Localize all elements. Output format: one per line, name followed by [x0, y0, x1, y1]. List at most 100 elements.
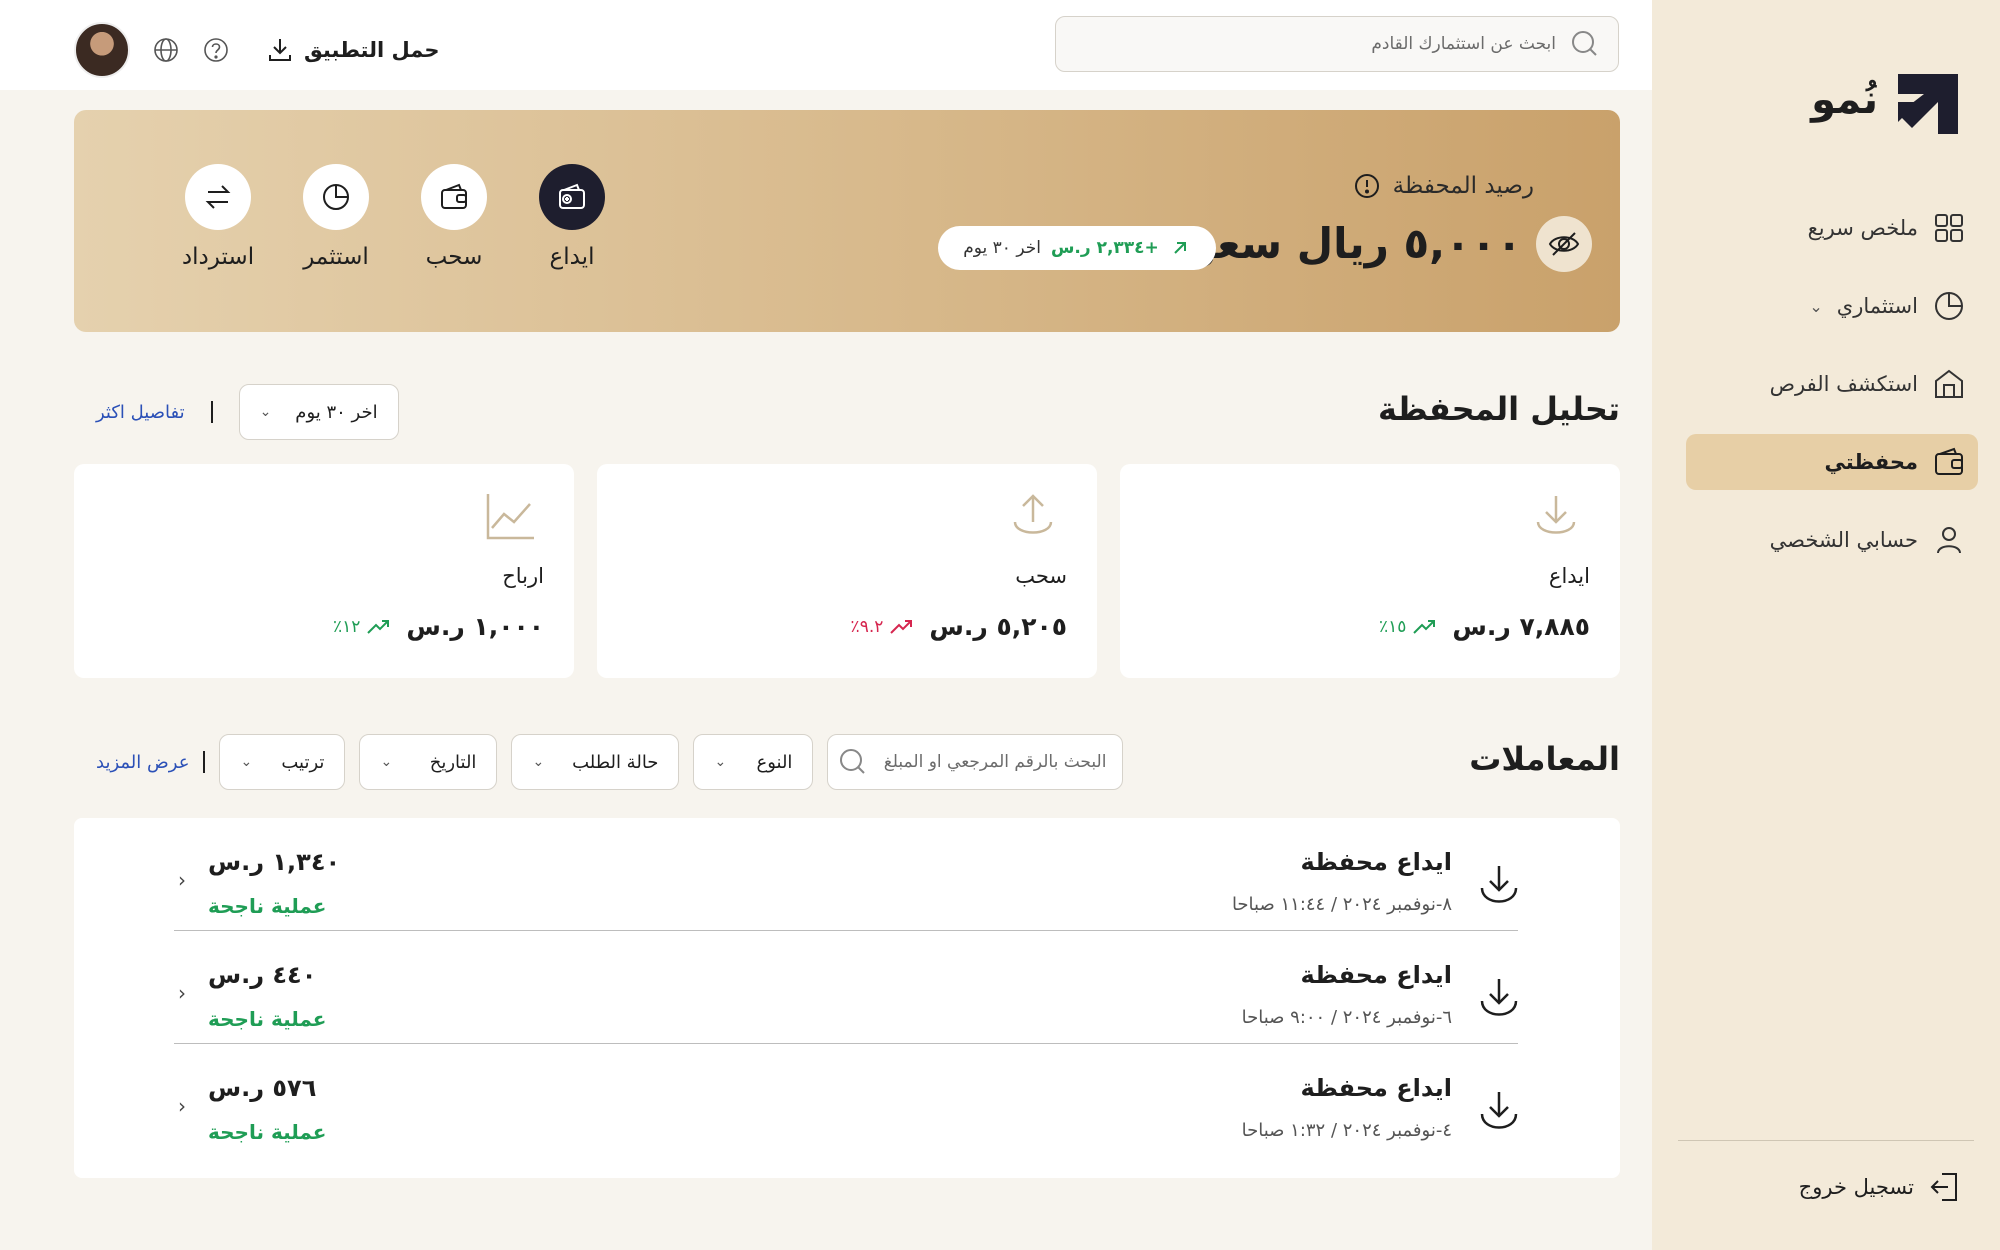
chevron-left-icon[interactable]: ‹ — [178, 981, 186, 1005]
search-input[interactable] — [1076, 34, 1556, 54]
transaction-status: عملية ناجحة — [208, 894, 327, 918]
status-filter-label: حالة الطلب — [572, 751, 659, 773]
deposit-stat-amount: ٧,٨٨٥ ر.س — [1452, 612, 1590, 641]
sidebar-item-profile[interactable]: حسابي الشخصي — [1686, 512, 1978, 568]
arrow-up-right-icon — [1174, 242, 1186, 254]
logo[interactable]: نُمو — [1811, 62, 1970, 138]
sort-select-label: ترتيب — [281, 751, 325, 773]
grid-icon — [1935, 214, 1963, 242]
transaction-status: عملية ناجحة — [208, 1007, 327, 1031]
deposit-stat-row: ٧,٨٨٥ ر.س ١٥٪ — [1379, 612, 1590, 641]
avatar[interactable] — [74, 22, 130, 78]
search-icon — [1572, 31, 1597, 56]
table-row[interactable]: ايداع محفظة ٦-نوفمبر ٢٠٢٤ / ٩:٠٠ صباحا ٤… — [174, 931, 1518, 1044]
transaction-search-input[interactable] — [876, 752, 1107, 772]
withdraw-stat-card: سحب ٥,٢٠٥ ر.س ٩.٢٪ — [597, 464, 1097, 678]
search-icon — [840, 749, 866, 774]
logo-mark-icon — [1898, 74, 1958, 134]
wallet-icon — [1935, 447, 1963, 475]
logout-icon — [1930, 1173, 1957, 1201]
transaction-amount: ١,٣٤٠ ر.س — [208, 848, 341, 876]
chevron-left-icon[interactable]: ‹ — [178, 868, 186, 892]
deposit-stat-pct: ١٥٪ — [1378, 616, 1407, 637]
withdraw-stat-change: ٩.٢٪ — [851, 617, 916, 637]
type-filter-select[interactable]: ⌄ النوع — [693, 734, 814, 790]
table-row[interactable]: ايداع محفظة ٨-نوفمبر ٢٠٢٤ / ١١:٤٤ صباحا … — [174, 818, 1518, 931]
date-filter-select[interactable]: ⌄ التاريخ — [359, 734, 498, 790]
globe-icon[interactable] — [152, 36, 180, 64]
chevron-down-icon: ⌄ — [714, 754, 727, 770]
transaction-title: ايداع محفظة — [1300, 1074, 1452, 1102]
download-icon — [1480, 866, 1518, 903]
wallet-balance-title: رصيد المحفظة — [1392, 173, 1534, 199]
type-filter-label: النوع — [756, 751, 793, 773]
download-icon — [1480, 979, 1518, 1016]
withdraw-button[interactable]: سحب — [420, 164, 488, 270]
sidebar-item-quick-summary[interactable]: ملخص سريع — [1686, 200, 1978, 256]
status-filter-select[interactable]: ⌄ حالة الطلب — [511, 734, 680, 790]
analysis-title: تحليل المحفظة — [1377, 390, 1620, 428]
chevron-left-icon[interactable]: ‹ — [178, 1094, 186, 1118]
details-link[interactable]: تفاصيل اكثر — [96, 402, 185, 423]
search-box — [1055, 16, 1619, 72]
trend-up-icon — [890, 619, 913, 634]
logout-label: تسجيل خروج — [1798, 1175, 1914, 1199]
building-icon — [1935, 369, 1963, 398]
info-icon[interactable] — [1353, 172, 1381, 200]
deposit-stat-card: ايداع ٧,٨٨٥ ر.س ١٥٪ — [1120, 464, 1620, 678]
invest-circle — [303, 164, 369, 230]
deposit-button[interactable]: ايداع — [538, 164, 606, 270]
download-app-button[interactable]: حمل التطبيق — [266, 36, 439, 64]
transaction-date: ٦-نوفمبر ٢٠٢٤ / ٩:٠٠ صباحا — [1241, 1007, 1452, 1028]
balance-change-pill: +٢,٣٣٤ ر.س اخر ٣٠ يوم — [938, 226, 1216, 270]
app: نُمو ملخص سريع استثماري ⌄ استكشف الفرص م… — [0, 0, 2000, 1250]
trend-up-icon — [1413, 619, 1436, 634]
download-icon — [1536, 496, 1576, 534]
sidebar-item-label: ملخص سريع — [1807, 216, 1918, 240]
logout-button[interactable]: تسجيل خروج — [1799, 1170, 1962, 1204]
pie-chart-icon — [1935, 292, 1963, 320]
period-select[interactable]: ⌄ اخر ٣٠ يوم — [238, 384, 399, 440]
sidebar-item-explore[interactable]: استكشف الفرص — [1686, 356, 1978, 412]
refund-circle — [185, 164, 251, 230]
transactions-controls: عرض المزيد ⌄ ترتيب ⌄ التاريخ ⌄ حالة الطل… — [96, 734, 1124, 790]
profit-stat-change: ١٢٪ — [333, 617, 392, 637]
deposit-stat-label: ايداع — [1548, 564, 1590, 588]
upload-icon — [1013, 494, 1053, 534]
table-row[interactable]: ايداع محفظة ٤-نوفمبر ٢٠٢٤ / ١:٣٢ صباحا ٥… — [174, 1044, 1518, 1157]
transactions-list: ايداع محفظة ٨-نوفمبر ٢٠٢٤ / ١١:٤٤ صباحا … — [74, 818, 1620, 1178]
eye-off-icon — [1548, 232, 1580, 256]
refund-label: استرداد — [181, 244, 255, 270]
invest-label: استثمر — [303, 244, 369, 270]
withdraw-circle — [421, 164, 487, 230]
withdraw-label: سحب — [425, 244, 483, 270]
withdraw-stat-row: ٥,٢٠٥ ر.س ٩.٢٪ — [851, 612, 1067, 641]
deposit-label: ايداع — [549, 244, 595, 270]
chevron-down-icon: ⌄ — [380, 754, 393, 770]
transactions-title: المعاملات — [1469, 740, 1620, 778]
deposit-stat-change: ١٥٪ — [1379, 617, 1438, 637]
sidebar-divider — [1678, 1140, 1974, 1141]
sidebar-item-label: محفظتي — [1824, 450, 1918, 474]
swap-icon — [205, 185, 231, 209]
sidebar-item-my-wallet[interactable]: محفظتي — [1686, 434, 1978, 490]
wallet-balance-banner: رصيد المحفظة ٥,٠٠٠ ريال سعودي +٢,٣٣٤ ر.س… — [74, 110, 1620, 332]
transaction-search-box — [827, 734, 1124, 790]
balance-change-period: اخر ٣٠ يوم — [963, 238, 1041, 258]
view-more-link[interactable]: عرض المزيد — [96, 752, 189, 773]
help-icon[interactable] — [202, 36, 230, 64]
sidebar-item-my-investments[interactable]: استثماري ⌄ — [1686, 278, 1978, 334]
balance-change-value: +٢,٣٣٤ ر.س — [1050, 238, 1159, 258]
hide-balance-button[interactable] — [1536, 216, 1592, 272]
sort-select[interactable]: ⌄ ترتيب — [219, 734, 346, 790]
date-filter-label: التاريخ — [429, 751, 477, 773]
user-icon — [1937, 527, 1961, 554]
download-app-label: حمل التطبيق — [304, 38, 440, 62]
chevron-down-icon[interactable]: ⌄ — [1809, 297, 1822, 316]
invest-button[interactable]: استثمر — [302, 164, 370, 270]
trend-up-icon — [367, 619, 390, 634]
deposit-circle — [539, 164, 605, 230]
profit-stat-label: ارباح — [502, 564, 544, 588]
sidebar-item-label: حسابي الشخصي — [1769, 528, 1918, 552]
refund-button[interactable]: استرداد — [181, 164, 255, 270]
